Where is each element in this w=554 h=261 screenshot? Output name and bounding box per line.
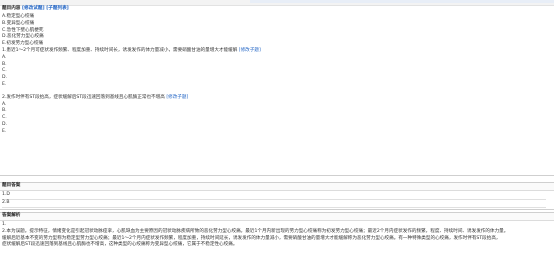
sub-question-1-stem: 1.患近1～2个月可症状发作频繁、程度加重、持续时间长，诱发发作的体力量减小，需… (2, 48, 554, 55)
sub-question-2-choice-e: E. (2, 128, 7, 134)
sub-question-1-text: 1.患近1～2个月可症状发作频繁、程度加重、持续时间长，诱发发作的体力量减小，需… (2, 47, 238, 53)
option-c: C.急性下壁心肌梗死 (2, 27, 44, 33)
analysis-section: 答案解析 1. 2.本为误题。提示特征，情绪变化是引起冠状动脉痉挛，心肌缺血为主… (0, 212, 554, 261)
option-a: A.稳定型心绞痛 (2, 14, 35, 19)
answer-header: 题目答案 (0, 183, 554, 191)
analysis-line-2: 2.本为误题。提示特征，情绪变化是引起冠状动脉痉挛，心肌缺血为主要原因的冠状动脉… (2, 228, 509, 234)
sub-question-2-choice-c: C. (2, 115, 7, 121)
question-content-body: A.稳定型心绞痛 B.变异型心绞痛 C.急性下壁心肌梗死 D.恶化劳力型心绞痛 … (0, 13, 554, 136)
option-d: D.恶化劳力型心绞痛 (2, 34, 44, 40)
sub-question-1-choice-d: D. (2, 75, 7, 81)
answer-1: 1.D (2, 192, 546, 200)
option-b: B.变异型心绞痛 (2, 20, 35, 26)
edit-sub-question-2-link[interactable]: [修改子题] (166, 95, 188, 100)
analysis-line-1: 1. (2, 222, 7, 227)
question-content-header: 题目内容 [修改试题] [子题列表] (0, 6, 554, 13)
toolbar-highlight (250, 0, 554, 3)
sub-question-1-choice-e: E. (2, 81, 7, 87)
sub-question-1-choice-a: A. (2, 54, 7, 60)
answer-body: 1.D 2.B (0, 191, 554, 208)
sub-question-2-choice-d: D. (2, 121, 7, 127)
edit-question-link[interactable]: [修改试题] (22, 6, 45, 11)
analysis-body: 1. 2.本为误题。提示特征，情绪变化是引起冠状动脉痉挛，心肌缺血为主要原因的冠… (0, 221, 554, 249)
sub-question-2-choice-b: B. (2, 108, 7, 114)
sub-question-2-stem: 2.发作时伴有ST段抬高，症状缓解后ST段迅速回落到基线且心肌酶正常也不增高 [… (2, 95, 554, 102)
option-e: E.初发劳力型心绞痛 (2, 41, 44, 47)
edit-sub-question-1-link[interactable]: [修改子题] (239, 48, 261, 53)
sub-question-1-choice-c: C. (2, 68, 7, 74)
analysis-header: 答案解析 (0, 213, 554, 221)
analysis-line-4: 症状缓解后ST段迅速回落到基线且心肌酶也不增高，这种类型的心绞痛称为变异型心绞痛… (2, 242, 238, 248)
sub-question-2-text: 2.发作时伴有ST段抬高，症状缓解后ST段迅速回落到基线且心肌酶正常也不增高 (2, 94, 165, 100)
sub-question-list-link[interactable]: [子题列表] (46, 6, 69, 11)
question-content-section: 题目内容 [修改试题] [子题列表] A.稳定型心绞痛 B.变异型心绞痛 C.急… (0, 6, 554, 176)
question-content-title: 题目内容 (2, 6, 21, 11)
answer-section: 题目答案 1.D 2.B (0, 182, 554, 210)
sub-question-2-choice-a: A. (2, 101, 7, 107)
sub-question-1-choice-b: B. (2, 61, 7, 67)
answer-2: 2.B (2, 200, 546, 208)
